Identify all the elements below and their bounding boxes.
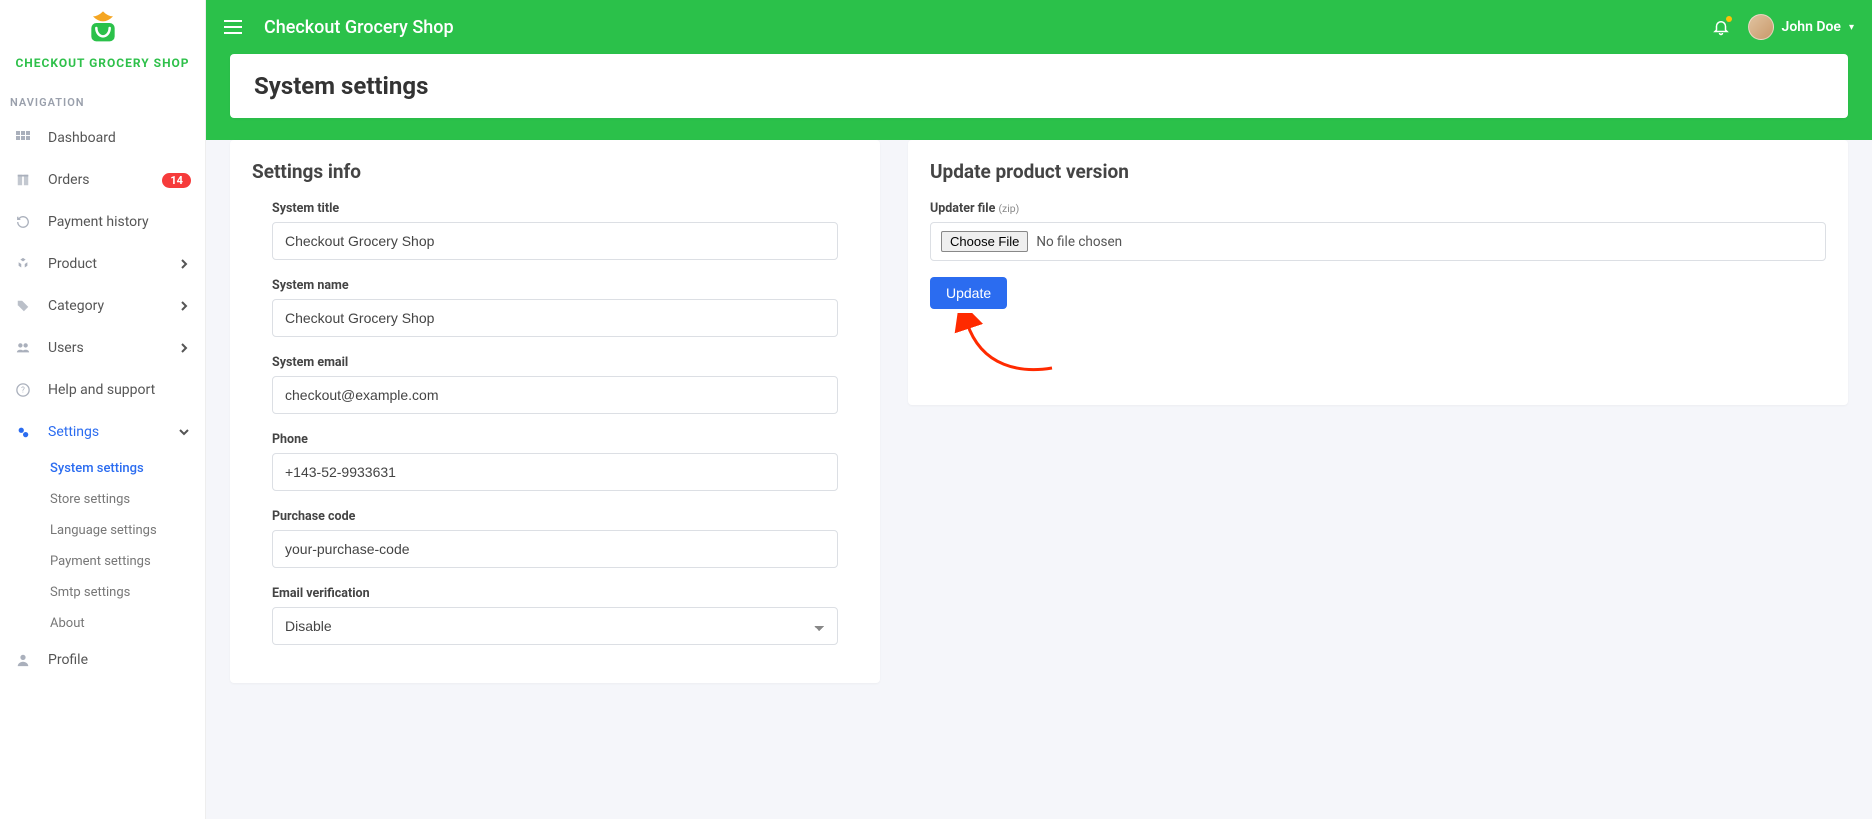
sidebar-item-settings[interactable]: Settings [0,411,205,453]
brand-logo-wrap: CHECKOUT GROCERY SHOP [0,0,205,76]
chevron-down-icon [177,425,191,439]
file-chosen-text: No file chosen [1036,234,1122,250]
settings-subnav: System settings Store settings Language … [0,453,205,639]
sidebar-item-label: Product [48,256,177,272]
notification-dot [1726,16,1732,22]
label-system-email: System email [272,355,838,370]
sidebar-item-label: Category [48,298,177,314]
page-green-strip: System settings [206,54,1872,140]
sidebar-item-product[interactable]: Product [0,243,205,285]
label-purchase-code: Purchase code [272,509,838,524]
history-icon [14,213,32,231]
caret-down-icon: ▾ [1849,22,1854,33]
subnav-system-settings[interactable]: System settings [50,453,205,484]
file-input-row[interactable]: Choose File No file chosen [930,222,1826,261]
sidebar-item-payment-history[interactable]: Payment history [0,201,205,243]
settings-info-card: Settings info System title System name S… [230,140,880,683]
annotation-arrow [930,315,1826,385]
sidebar-item-label: Payment history [48,214,191,230]
settings-info-heading: Settings info [252,160,858,183]
label-updater-file: Updater file (zip) [930,201,1826,216]
user-icon [14,651,32,669]
sidebar-item-label: Settings [48,424,177,440]
page-header: System settings [230,54,1848,118]
tag-icon [14,297,32,315]
input-system-name[interactable] [272,299,838,337]
subnav-smtp-settings[interactable]: Smtp settings [50,577,205,608]
users-icon [14,339,32,357]
input-system-email[interactable] [272,376,838,414]
subnav-store-settings[interactable]: Store settings [50,484,205,515]
book-icon [14,171,32,189]
cubes-icon [14,255,32,273]
subnav-payment-settings[interactable]: Payment settings [50,546,205,577]
grid-icon [14,129,32,147]
sidebar-item-label: Orders [48,172,162,188]
subnav-language-settings[interactable]: Language settings [50,515,205,546]
sidebar-item-dashboard[interactable]: Dashboard [0,117,205,159]
user-name: John Doe [1782,19,1841,35]
label-phone: Phone [272,432,838,447]
chevron-right-icon [177,341,191,355]
label-email-verification: Email verification [272,586,838,601]
sidebar: CHECKOUT GROCERY SHOP NAVIGATION Dashboa… [0,0,206,819]
nav-heading: NAVIGATION [0,76,205,117]
input-system-title[interactable] [272,222,838,260]
cart-logo-icon [83,8,123,48]
menu-toggle-icon[interactable] [224,20,242,34]
subnav-about[interactable]: About [50,608,205,639]
sidebar-item-label: Profile [48,652,191,668]
sidebar-item-category[interactable]: Category [0,285,205,327]
input-purchase-code[interactable] [272,530,838,568]
question-icon: ? [14,381,32,399]
orders-count-badge: 14 [162,173,191,188]
choose-file-button[interactable]: Choose File [941,231,1028,252]
user-menu[interactable]: John Doe ▾ [1748,14,1854,40]
content-row: Settings info System title System name S… [206,140,1872,707]
topbar-title: Checkout Grocery Shop [264,17,1712,38]
update-heading: Update product version [930,160,1826,183]
updater-file-label-text: Updater file [930,201,995,216]
updater-file-hint: (zip) [998,202,1019,215]
input-phone[interactable] [272,453,838,491]
sidebar-item-label: Dashboard [48,130,191,146]
update-button[interactable]: Update [930,277,1007,309]
chevron-right-icon [177,299,191,313]
svg-text:?: ? [21,386,25,395]
brand-name: CHECKOUT GROCERY SHOP [0,56,205,70]
sidebar-item-orders[interactable]: Orders 14 [0,159,205,201]
gears-icon [14,423,32,441]
chevron-right-icon [177,257,191,271]
page-title: System settings [254,72,1824,100]
sidebar-item-help[interactable]: ? Help and support [0,369,205,411]
topbar: Checkout Grocery Shop John Doe ▾ [206,0,1872,54]
main: Checkout Grocery Shop John Doe ▾ System … [206,0,1872,819]
label-system-title: System title [272,201,838,216]
sidebar-item-profile[interactable]: Profile [0,639,205,681]
sidebar-item-label: Help and support [48,382,191,398]
sidebar-item-label: Users [48,340,177,356]
select-email-verification[interactable]: Disable [272,607,838,645]
update-version-card: Update product version Updater file (zip… [908,140,1848,405]
label-system-name: System name [272,278,838,293]
sidebar-item-users[interactable]: Users [0,327,205,369]
avatar [1748,14,1774,40]
notifications-icon[interactable] [1712,18,1730,36]
